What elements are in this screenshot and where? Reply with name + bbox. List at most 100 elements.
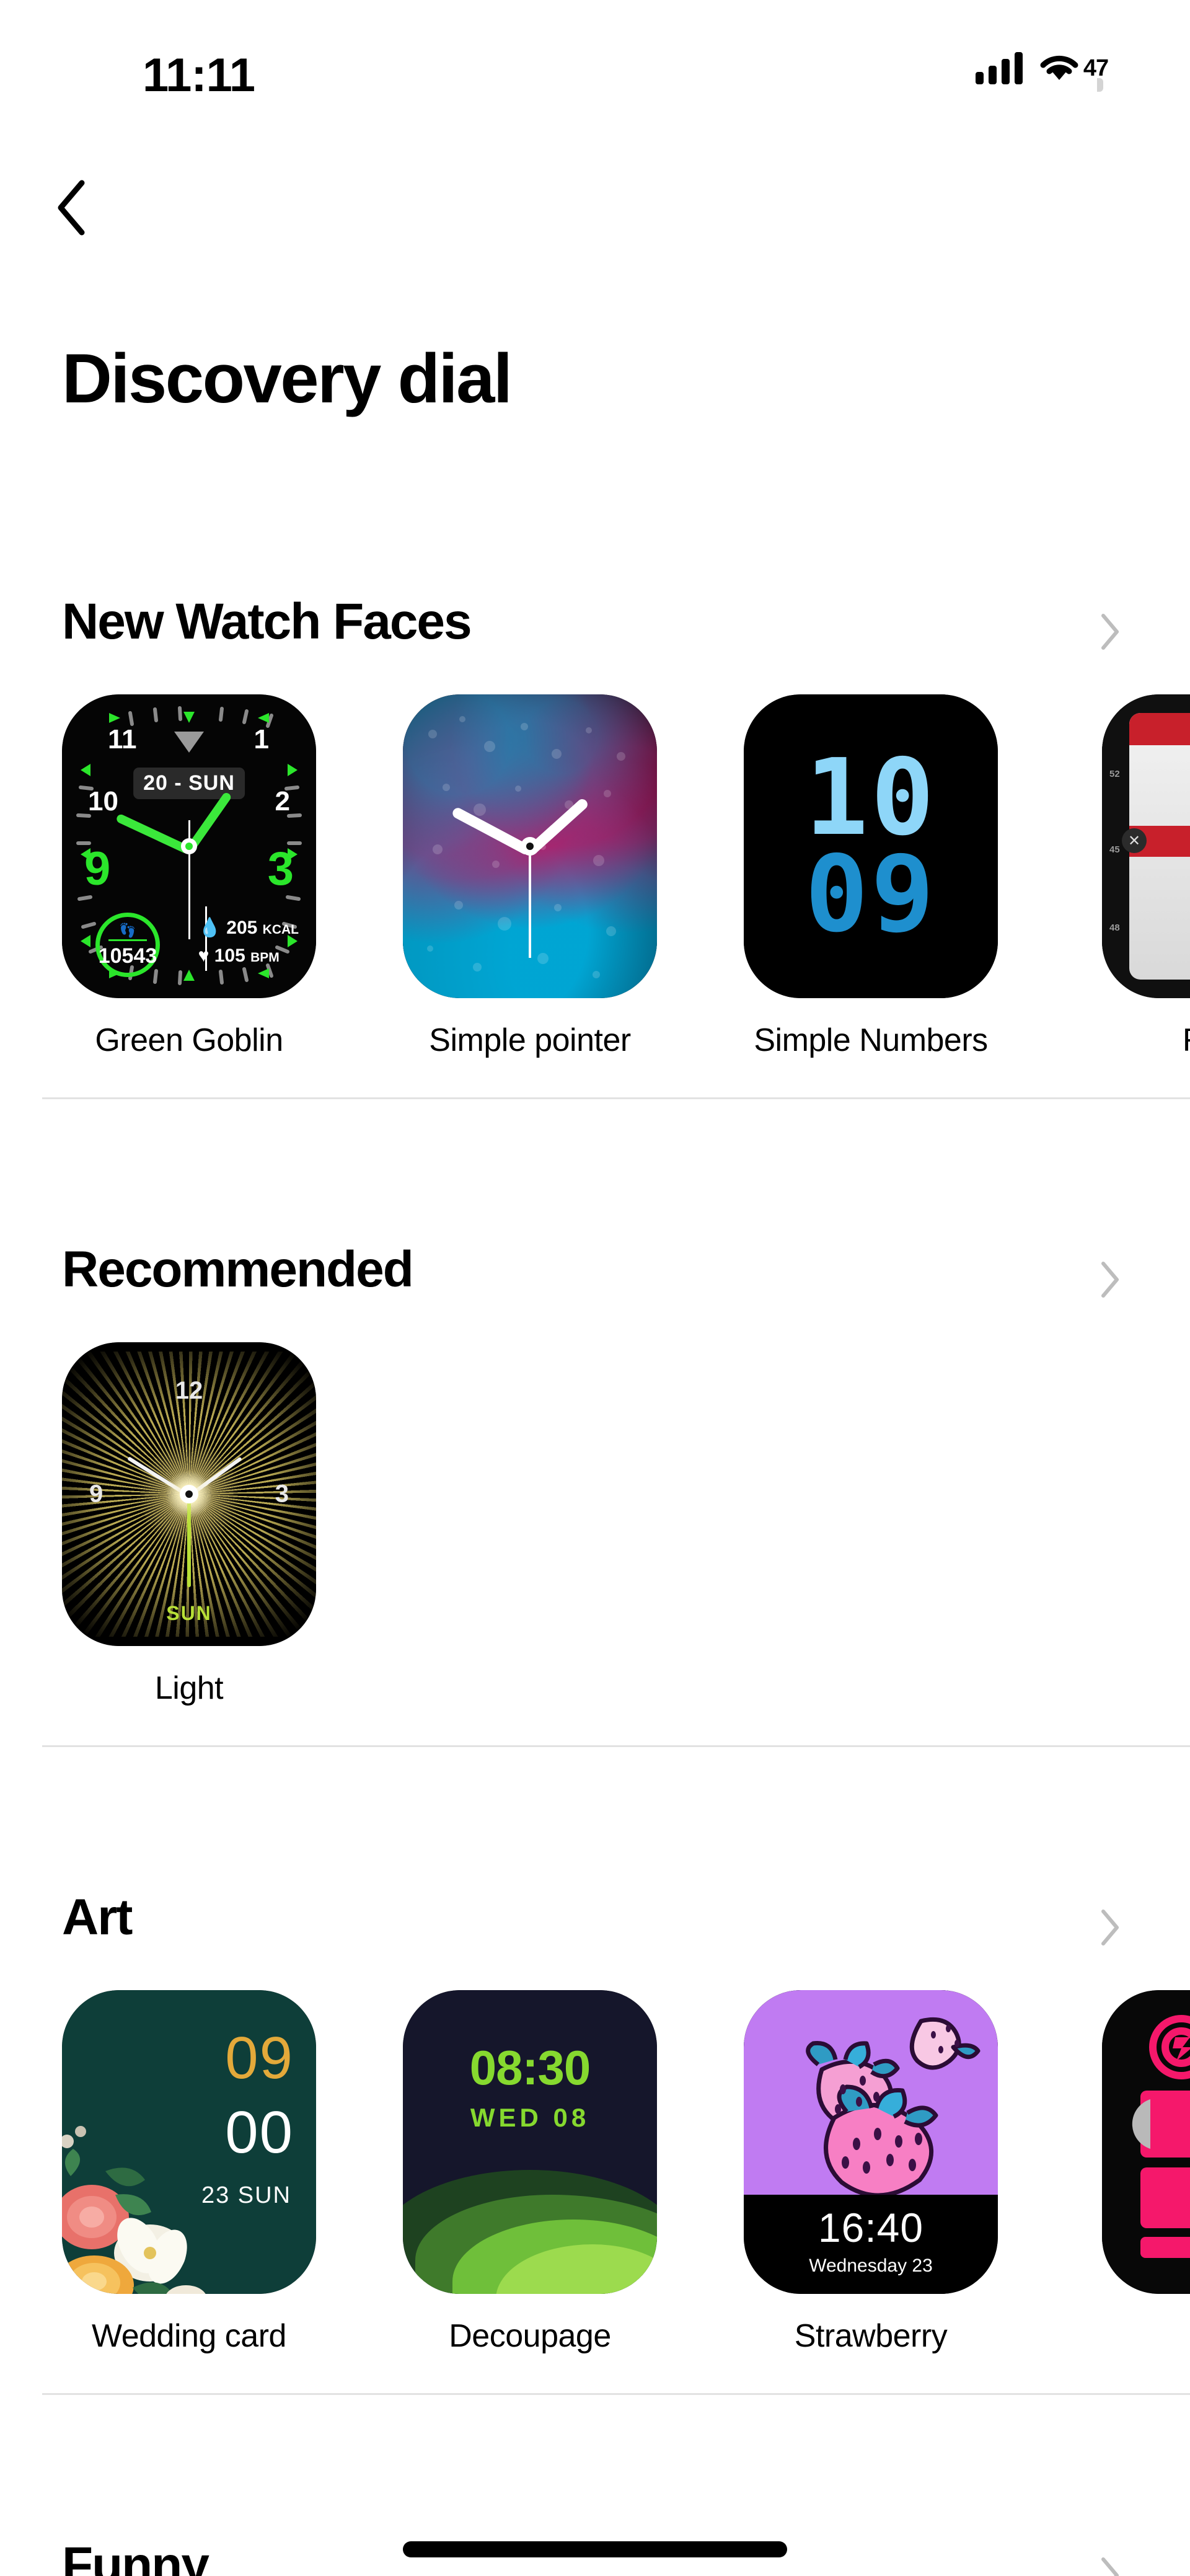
section-header[interactable]: Art bbox=[0, 1872, 1190, 1990]
hour-numeral-9: 9 bbox=[84, 843, 111, 895]
watch-face-thumbnail[interactable]: 16:40 Wednesday 23 bbox=[744, 1990, 998, 2294]
watch-face-card[interactable]: 28° Cr bbox=[1102, 1990, 1190, 2387]
watch-face-card[interactable]: 11 1 10 2 9 3 20 - SUN 👣 10543 💧 205 KCA… bbox=[62, 694, 316, 1059]
watch-face-label: Green Goblin bbox=[95, 1022, 283, 1058]
second-hand bbox=[188, 846, 190, 939]
section-header[interactable]: Recommended bbox=[0, 1224, 1190, 1342]
page-title: Discovery dial bbox=[62, 340, 513, 417]
wedding-card-face-art: 09 00 23 SUN bbox=[62, 1990, 316, 2294]
hour-numeral-1: 1 bbox=[253, 724, 269, 755]
hour-numeral-3: 3 bbox=[275, 1480, 289, 1508]
section-header[interactable]: New Watch Faces bbox=[0, 577, 1190, 694]
crimson-face-art: 28° bbox=[1102, 1990, 1190, 2294]
back-button[interactable] bbox=[55, 175, 123, 243]
home-indicator[interactable] bbox=[403, 2541, 787, 2557]
watch-face-label: Wedding card bbox=[92, 2318, 286, 2354]
section-title: Recommended bbox=[62, 1241, 414, 1298]
watch-face-thumbnail[interactable]: 55 52 45 48 5E 10 AUG Kcal 789 ✕ bbox=[1102, 694, 1190, 998]
heart-icon: ♥ bbox=[198, 945, 209, 966]
strawberry-illustration bbox=[744, 1990, 998, 2195]
bezel-tick: 45 bbox=[1109, 844, 1120, 855]
kcal-label: Kcal bbox=[1129, 861, 1190, 880]
screen: 11:11 47 Discovery d bbox=[0, 0, 1190, 2576]
hands-hub bbox=[180, 1485, 198, 1503]
watch-face-card[interactable]: 55 52 45 48 5E 10 AUG Kcal 789 ✕ bbox=[1102, 694, 1190, 1091]
step-ring: 👣 10543 bbox=[95, 913, 160, 977]
watch-face-thumbnail[interactable]: 11 1 10 2 9 3 20 - SUN 👣 10543 💧 205 KCA… bbox=[62, 694, 316, 998]
light-face-art: 12 9 3 SUN bbox=[62, 1342, 316, 1646]
weekday-label: SUN bbox=[166, 1602, 212, 1624]
watch-face-row[interactable]: 11 1 10 2 9 3 20 - SUN 👣 10543 💧 205 KCA… bbox=[0, 694, 1190, 1091]
watch-face-thumbnail[interactable] bbox=[403, 694, 657, 998]
minutes-display: 00 bbox=[225, 2099, 294, 2166]
kcal-value: 789 bbox=[1129, 880, 1190, 912]
wifi-icon bbox=[1039, 53, 1080, 84]
watch-face-card[interactable]: Simple pointer bbox=[403, 694, 657, 1059]
second-hand bbox=[187, 1494, 191, 1587]
cellular-signal-icon bbox=[976, 52, 1023, 84]
hour-numeral-10: 10 bbox=[88, 786, 118, 817]
strawberry-face-art: 16:40 Wednesday 23 bbox=[744, 1990, 998, 2294]
watch-face-thumbnail[interactable]: 09 00 23 SUN bbox=[62, 1990, 316, 2294]
hour-numeral-2: 2 bbox=[275, 786, 290, 817]
date-display: Wednesday 23 bbox=[809, 2255, 933, 2276]
hours-display: 09 bbox=[225, 2025, 294, 2091]
second-hand bbox=[529, 846, 531, 958]
watch-face-thumbnail[interactable]: 12 9 3 SUN bbox=[62, 1342, 316, 1646]
simple-pointer-face-art bbox=[403, 694, 657, 998]
chevron-right-icon[interactable] bbox=[1100, 2556, 1121, 2576]
section-new-watch-faces: New Watch Faces 11 1 10 2 9 3 20 - SUN 👣… bbox=[0, 577, 1190, 1099]
date-display: WED 08 bbox=[470, 2103, 590, 2132]
flame-icon: 💧 bbox=[198, 918, 221, 938]
time-display: 08:30 bbox=[469, 2040, 591, 2095]
kcal-value: 205 bbox=[226, 918, 258, 938]
watch-face-card[interactable]: 10 09 Simple Numbers bbox=[744, 694, 998, 1059]
section-title: Funny bbox=[62, 2537, 209, 2576]
status-bar-time: 11:11 bbox=[143, 49, 255, 102]
watch-face-label: Red Fl bbox=[1102, 1022, 1190, 1059]
section-divider bbox=[42, 2393, 1190, 2395]
status-bar: 11:11 47 bbox=[0, 0, 1190, 118]
watch-face-label: Light bbox=[154, 1670, 224, 1706]
time-display: 16:40 bbox=[818, 2205, 924, 2251]
watch-face-card[interactable]: 09 00 23 SUN Wedding card bbox=[62, 1990, 316, 2355]
watch-face-thumbnail[interactable]: 28° bbox=[1102, 1990, 1190, 2294]
hour-numeral-12: 12 bbox=[175, 1377, 203, 1404]
watch-face-card[interactable]: 08:30 WED 08 Decoupage bbox=[403, 1990, 657, 2355]
hour-numeral-3: 3 bbox=[267, 843, 294, 895]
decoupage-face-art: 08:30 WED 08 bbox=[403, 1990, 657, 2294]
watch-face-thumbnail[interactable]: 08:30 WED 08 bbox=[403, 1990, 657, 2294]
watch-face-card[interactable]: 16:40 Wednesday 23 Strawberry bbox=[744, 1990, 998, 2355]
chevron-right-icon[interactable] bbox=[1100, 1908, 1121, 1950]
bpm-unit: BPM bbox=[250, 950, 280, 965]
top-marker-icon bbox=[174, 732, 204, 753]
hours-display: 10 bbox=[804, 736, 937, 859]
kcal-unit: KCAL bbox=[262, 923, 299, 937]
chevron-right-icon[interactable] bbox=[1100, 1260, 1121, 1302]
watch-face-label: Cr bbox=[1102, 2317, 1190, 2355]
bpm-value: 105 bbox=[214, 945, 245, 966]
hands-hub bbox=[521, 837, 539, 856]
step-count: 10543 bbox=[98, 944, 157, 968]
watch-face-label: Strawberry bbox=[794, 2318, 948, 2354]
section-divider bbox=[42, 1745, 1190, 1747]
watch-face-row[interactable]: 12 9 3 SUN Light bbox=[0, 1342, 1190, 1739]
red-flag-face-art: 55 52 45 48 5E 10 AUG Kcal 789 ✕ bbox=[1102, 694, 1190, 998]
floral-bouquet-illustration bbox=[62, 2126, 206, 2294]
section-title: Art bbox=[62, 1889, 133, 1945]
watch-face-row[interactable]: 09 00 23 SUN Wedding card 08:30 WED 08 D… bbox=[0, 1990, 1190, 2387]
hour-display: 10 bbox=[1129, 749, 1190, 822]
green-goblin-face-art: 11 1 10 2 9 3 20 - SUN 👣 10543 💧 205 KCA… bbox=[62, 694, 316, 998]
stats-block: 💧 205 KCAL ♥ 105 BPM bbox=[198, 914, 299, 970]
section-art: Art 09 00 23 SUN Wedding card 08:30 WED … bbox=[0, 1872, 1190, 2395]
section-divider bbox=[42, 1097, 1190, 1099]
watch-face-label: Simple Numbers bbox=[754, 1022, 988, 1058]
chevron-right-icon[interactable] bbox=[1100, 613, 1121, 654]
watch-face-card[interactable]: 12 9 3 SUN Light bbox=[62, 1342, 316, 1707]
footsteps-icon: 👣 bbox=[119, 922, 136, 938]
status-bar-indicators: 47 bbox=[976, 52, 1109, 92]
section-recommended: Recommended 12 9 3 SUN Light bbox=[0, 1224, 1190, 1747]
bezel-tick: 52 bbox=[1109, 769, 1120, 779]
watch-face-label: Decoupage bbox=[449, 2318, 611, 2354]
watch-face-thumbnail[interactable]: 10 09 bbox=[744, 694, 998, 998]
